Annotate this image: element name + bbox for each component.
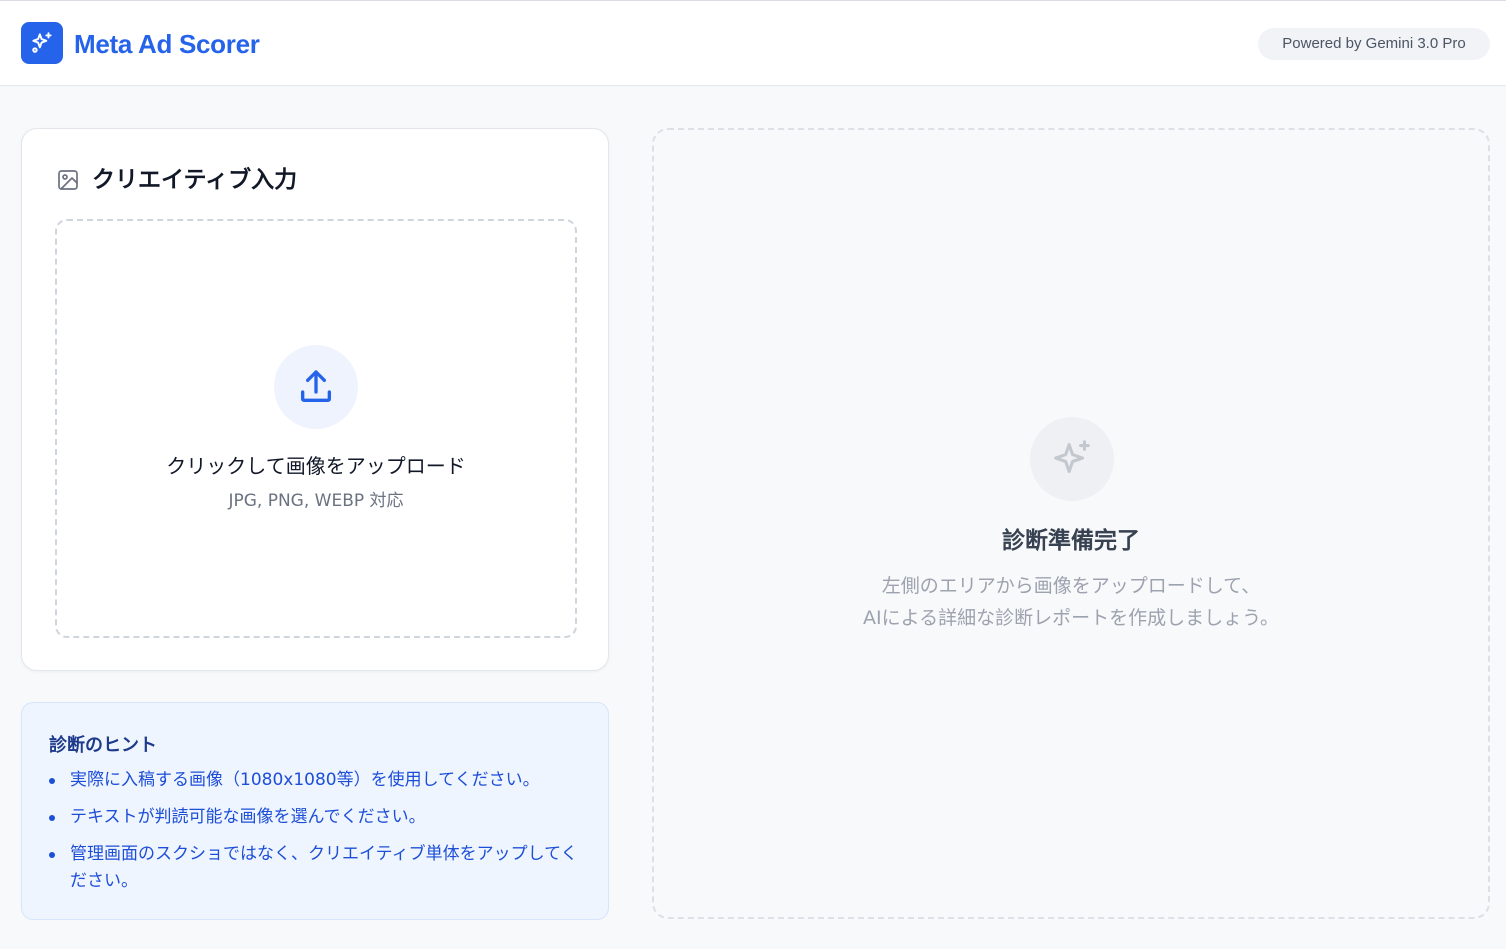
ready-line-1: 左側のエリアから画像をアップロードして、 — [881, 575, 1261, 597]
hint-item: 実際に入稿する画像（1080x1080等）を使用してください。 — [49, 767, 579, 794]
powered-by-badge: Powered by Gemini 3.0 Pro — [1258, 28, 1490, 60]
hint-item: テキストが判読可能な画像を選んでください。 — [49, 804, 579, 831]
result-panel: 診断準備完了 左側のエリアから画像をアップロードして、 AIによる詳細な診断レポ… — [652, 128, 1490, 919]
card-title: クリエイティブ入力 — [92, 167, 298, 193]
ready-title: 診断準備完了 — [1002, 528, 1140, 554]
ready-description: 左側のエリアから画像をアップロードして、 AIによる詳細な診断レポートを作成しま… — [654, 570, 1488, 634]
upload-dropzone[interactable]: クリックして画像をアップロード JPG, PNG, WEBP 対応 — [55, 219, 577, 638]
sparkles-icon — [1054, 440, 1090, 473]
hints-list: 実際に入稿する画像（1080x1080等）を使用してください。 テキストが判読可… — [49, 767, 579, 905]
ready-icon-circle — [1030, 417, 1114, 501]
sparkles-icon — [32, 32, 52, 53]
hint-item: 管理画面のスクショではなく、クリエイティブ単体をアップしてください。 — [49, 841, 579, 895]
app-title: Meta Ad Scorer — [74, 29, 260, 59]
creative-input-card: クリエイティブ入力 クリックして画像をアップロード JPG, PNG, WEBP… — [21, 128, 609, 671]
upload-icon-circle — [274, 345, 358, 429]
app-header: Meta Ad Scorer Powered by Gemini 3.0 Pro — [0, 1, 1506, 86]
upload-formats: JPG, PNG, WEBP 対応 — [228, 491, 404, 511]
ready-line-2: AIによる詳細な診断レポートを作成しましょう。 — [863, 607, 1279, 629]
diagnosis-hints-card: 診断のヒント 実際に入稿する画像（1080x1080等）を使用してください。 テ… — [21, 702, 609, 920]
image-icon — [58, 170, 78, 190]
upload-icon — [301, 370, 331, 402]
upload-title: クリックして画像をアップロード — [166, 454, 466, 478]
hints-title: 診断のヒント — [49, 735, 157, 756]
app-logo — [21, 22, 63, 64]
